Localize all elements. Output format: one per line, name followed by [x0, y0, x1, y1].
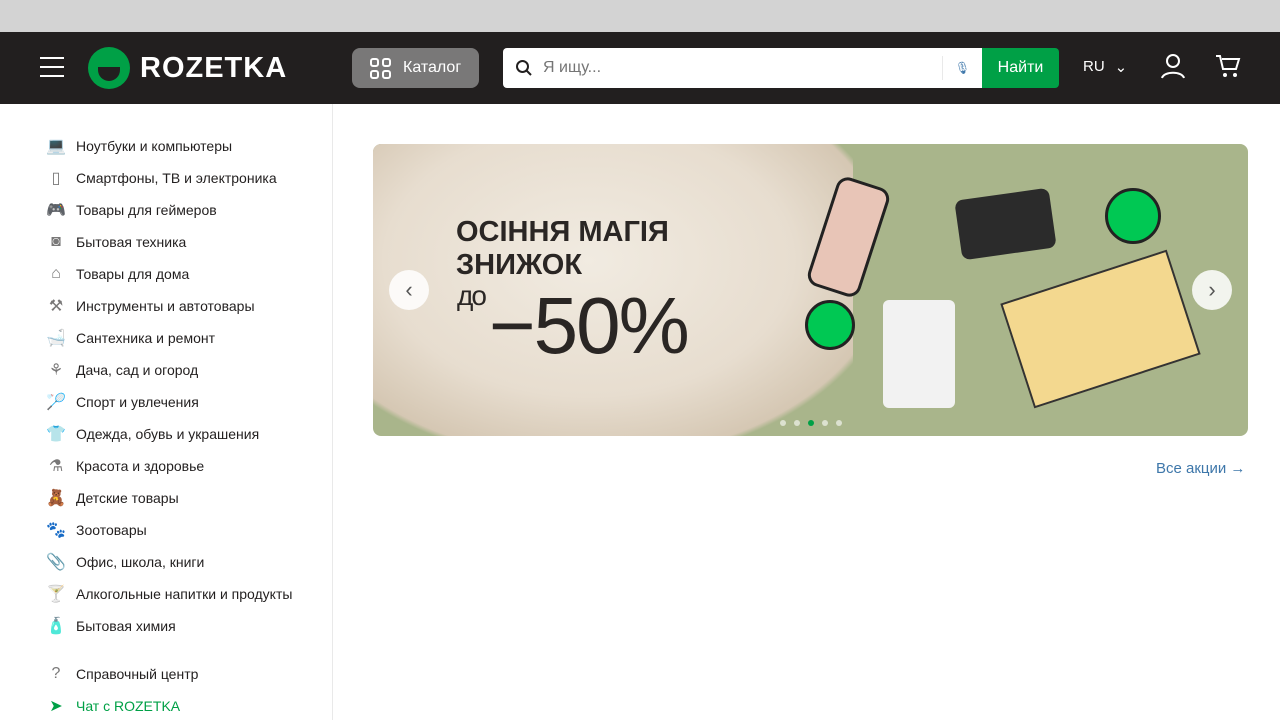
carousel-dots [780, 420, 842, 426]
banner-tv-image [1000, 249, 1201, 409]
laptop-icon: 💻 [46, 138, 66, 155]
sidebar-item-label: Бытовая техника [76, 234, 187, 250]
catalog-label: Каталог [403, 59, 462, 76]
sidebar-category-item[interactable]: 🧸 Детские товары [0, 482, 332, 514]
menu-burger-icon[interactable] [40, 57, 64, 79]
sidebar-category-item[interactable]: 🧴 Бытовая химия [0, 610, 332, 642]
sidebar-category-item[interactable]: 🎮 Товары для геймеров [0, 194, 332, 226]
smartphone-icon: ▯ [51, 170, 61, 187]
bathtub-icon: 🛁 [46, 330, 66, 347]
spray-bottle-icon: 🧴 [46, 618, 66, 635]
sidebar-category-item[interactable]: 💻 Ноутбуки и компьютеры [0, 130, 332, 162]
carousel-dot[interactable] [836, 420, 842, 426]
sidebar-item-label: Красота и здоровье [76, 458, 205, 474]
carousel-dot[interactable] [808, 420, 814, 426]
banner-smile-icon [805, 300, 855, 350]
gamepad-icon: 🎮 [46, 202, 66, 219]
banner-bag-image [954, 187, 1057, 261]
cocktail-icon: 🍸 [46, 586, 66, 603]
sidebar-item-label: Алкогольные напитки и продукты [76, 586, 293, 602]
rozetka-logo[interactable]: ROZETKA [88, 47, 287, 89]
carousel-dot[interactable] [794, 420, 800, 426]
promo-banner[interactable]: ОСІННЯ МАГІЯ ЗНИЖОК до−50% ‹ › [373, 144, 1248, 436]
sidebar-item-label: Бытовая химия [76, 618, 176, 634]
sidebar-category-item[interactable]: ⚒ Инструменты и автотовары [0, 290, 332, 322]
chevron-down-icon: ⌄ [1114, 59, 1128, 76]
catalog-button[interactable]: Каталог [352, 48, 479, 88]
sidebar-category-item[interactable]: ◙ Бытовая техника [0, 226, 332, 258]
sidebar-item-label: Одежда, обувь и украшения [76, 426, 260, 442]
washing-machine-icon: ◙ [51, 233, 61, 250]
sidebar-item-label: Спорт и увлечения [76, 394, 199, 410]
sidebar-category-item[interactable]: 🏸 Спорт и увлечения [0, 386, 332, 418]
banner-line2: ЗНИЖОК [456, 249, 583, 281]
all-promotions-link[interactable]: Все акции → [1156, 460, 1245, 477]
search-input[interactable] [543, 59, 932, 77]
sidebar-item-label: Офис, школа, книги [76, 554, 205, 570]
sidebar-item-label: Смартфоны, ТВ и электроника [76, 170, 277, 186]
sidebar-category-item[interactable]: 📎 Офис, школа, книги [0, 546, 332, 578]
search-icon [516, 60, 532, 76]
drill-icon: ⚒ [48, 298, 64, 315]
sidebar-item-label: Чат с ROZETKA [76, 698, 181, 714]
banner-discount: до−50% [457, 280, 690, 372]
tshirt-icon: 👕 [46, 426, 66, 443]
catalog-grid-icon [370, 57, 391, 79]
sidebar-item-label: Справочный центр [76, 666, 199, 682]
banner-prefix: до [457, 280, 487, 311]
browser-top-bar [0, 0, 1280, 32]
teddy-bear-icon: 🧸 [46, 490, 66, 507]
sidebar-category-item[interactable]: ⌂ Товары для дома [0, 258, 332, 290]
banner-line1: ОСІННЯ МАГІЯ [456, 216, 669, 248]
search-box: 🎙 [503, 48, 982, 88]
paw-icon: 🐾 [46, 522, 66, 539]
sidebar-item-label: Инструменты и автотовары [76, 298, 255, 314]
carousel-dot[interactable] [822, 420, 828, 426]
logo-text: ROZETKA [140, 51, 288, 84]
microphone-icon[interactable]: 🎙 [942, 56, 982, 80]
garden-tools-icon: ⚘ [48, 362, 64, 379]
sidebar-chat-rozetka[interactable]: ➤ Чат с ROZETKA [0, 690, 332, 722]
help-icon: ? [51, 665, 61, 682]
sidebar-category-item[interactable]: ⚗ Красота и здоровье [0, 450, 332, 482]
category-sidebar: 💻 Ноутбуки и компьютеры ▯ Смартфоны, ТВ и э… [0, 104, 333, 720]
carousel-dot[interactable] [780, 420, 786, 426]
cosmetics-icon: ⚗ [48, 458, 64, 475]
telegram-icon: ➤ [49, 698, 63, 715]
sidebar-item-label: Детские товары [76, 490, 179, 506]
sidebar-category-item[interactable]: ▯ Смартфоны, ТВ и электроника [0, 162, 332, 194]
search-button[interactable]: Найти [982, 48, 1059, 88]
language-label: RU [1083, 58, 1105, 75]
user-icon[interactable] [1160, 52, 1186, 80]
banner-smile-icon [1105, 188, 1161, 244]
cart-icon[interactable] [1215, 52, 1241, 80]
sidebar-item-label: Зоотовары [76, 522, 147, 538]
logo-smile-icon [88, 47, 130, 89]
site-header: ROZETKA Каталог 🎙 Найти RU ⌄ [0, 32, 1280, 104]
sidebar-item-label: Товары для геймеров [76, 202, 217, 218]
sidebar-category-item[interactable]: 🛁 Сантехника и ремонт [0, 322, 332, 354]
sidebar-item-label: Ноутбуки и компьютеры [76, 138, 233, 154]
sidebar-item-label: Товары для дома [76, 266, 190, 282]
paperclip-icon: 📎 [46, 554, 66, 571]
sidebar-category-item[interactable]: ⚘ Дача, сад и огород [0, 354, 332, 386]
sidebar-help-center[interactable]: ? Справочный центр [0, 658, 332, 690]
sidebar-item-label: Дача, сад и огород [76, 362, 199, 378]
sidebar-item-label: Сантехника и ремонт [76, 330, 216, 346]
language-selector[interactable]: RU ⌄ [1083, 58, 1127, 76]
sidebar-category-item[interactable]: 🐾 Зоотовары [0, 514, 332, 546]
carousel-next-button[interactable]: › [1192, 270, 1232, 310]
search-form: 🎙 Найти [503, 48, 1059, 88]
banner-headline: ОСІННЯ МАГІЯ ЗНИЖОК [456, 216, 669, 282]
sidebar-category-item[interactable]: 👕 Одежда, обувь и украшения [0, 418, 332, 450]
sidebar-category-item[interactable]: 🍸 Алкогольные напитки и продукты [0, 578, 332, 610]
racket-icon: 🏸 [46, 394, 66, 411]
carousel-prev-button[interactable]: ‹ [389, 270, 429, 310]
banner-discount-value: −50% [488, 281, 690, 370]
banner-heater-image [883, 300, 955, 408]
armchair-icon: ⌂ [51, 265, 61, 282]
